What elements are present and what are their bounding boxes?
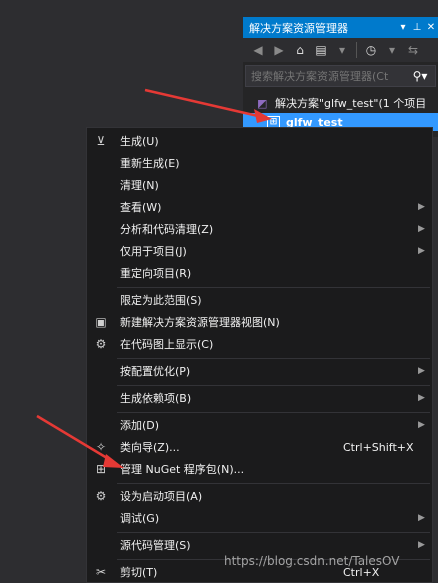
arrow-to-project [144,88,259,118]
watermark: https://blog.csdn.net/TalesOV [224,554,400,568]
arrow-to-nuget [36,414,113,463]
annotation-arrows [36,88,272,468]
arrow-head-nuget [103,454,124,468]
arrow-head-project [254,109,272,123]
